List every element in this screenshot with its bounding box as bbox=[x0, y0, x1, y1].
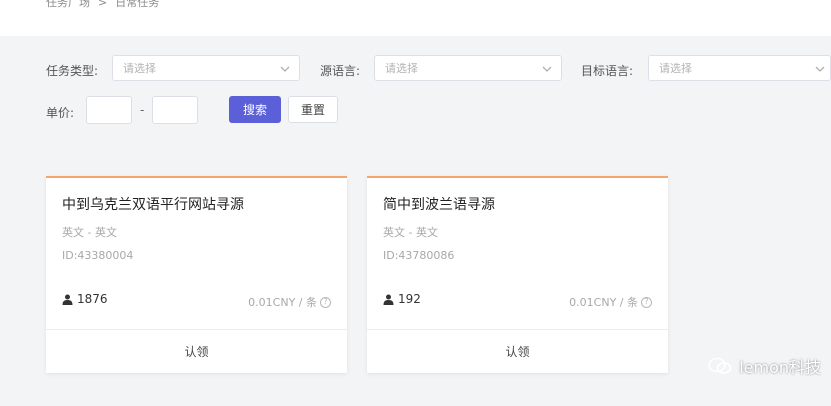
reset-button[interactable]: 重置 bbox=[288, 96, 338, 123]
watermark-text: lemon科技 bbox=[739, 358, 821, 377]
task-card[interactable]: 简中到波兰语寻源 英文 - 英文 ID:43780086 192 0.01CNY… bbox=[367, 176, 668, 373]
card-price: 0.01CNY / 条 ? bbox=[248, 294, 331, 310]
target-lang-placeholder: 请选择 bbox=[659, 62, 692, 75]
target-lang-select[interactable]: 请选择 bbox=[648, 55, 831, 81]
chevron-down-icon bbox=[542, 66, 552, 72]
breadcrumb-item-task-square[interactable]: 任务广场 bbox=[46, 0, 90, 10]
breadcrumb: 任务广场 > 日常任务 bbox=[46, 0, 159, 10]
chevron-down-icon bbox=[815, 66, 825, 72]
source-lang-placeholder: 请选择 bbox=[385, 62, 418, 75]
card-price-value: 0.01CNY / 条 bbox=[569, 296, 638, 309]
task-type-label: 任务类型: bbox=[46, 64, 99, 78]
user-icon bbox=[383, 294, 394, 305]
user-icon bbox=[62, 294, 73, 305]
help-circle-icon[interactable]: ? bbox=[641, 296, 652, 308]
claim-button[interactable]: 认领 bbox=[367, 330, 668, 373]
card-title[interactable]: 简中到波兰语寻源 bbox=[383, 194, 495, 214]
card-language-pair: 英文 - 英文 bbox=[383, 226, 438, 239]
claim-button[interactable]: 认领 bbox=[46, 330, 347, 373]
source-lang-label: 源语言: bbox=[320, 64, 361, 78]
card-title[interactable]: 中到乌克兰双语平行网站寻源 bbox=[62, 194, 244, 214]
card-language-pair: 英文 - 英文 bbox=[62, 226, 117, 239]
card-price-value: 0.01CNY / 条 bbox=[248, 296, 317, 309]
help-circle-icon[interactable]: ? bbox=[320, 296, 331, 308]
wechat-icon bbox=[708, 357, 732, 374]
price-max-input[interactable] bbox=[152, 96, 198, 124]
card-count-value: 1876 bbox=[77, 292, 108, 306]
price-separator: - bbox=[140, 103, 145, 117]
top-strip: 任务广场 > 日常任务 bbox=[0, 0, 831, 36]
breadcrumb-separator: > bbox=[98, 0, 108, 9]
task-type-select[interactable]: 请选择 bbox=[112, 55, 300, 81]
watermark: lemon科技 bbox=[707, 354, 821, 378]
card-participant-count: 192 bbox=[383, 292, 421, 306]
task-type-placeholder: 请选择 bbox=[123, 62, 156, 75]
card-price: 0.01CNY / 条 ? bbox=[569, 294, 652, 310]
price-min-input[interactable] bbox=[86, 96, 132, 124]
breadcrumb-item-daily-tasks: 日常任务 bbox=[115, 0, 160, 9]
card-id: ID:43380004 bbox=[62, 249, 134, 262]
card-participant-count: 1876 bbox=[62, 292, 108, 306]
card-id: ID:43780086 bbox=[383, 249, 455, 262]
card-count-value: 192 bbox=[398, 292, 421, 306]
search-button[interactable]: 搜索 bbox=[229, 96, 281, 123]
target-lang-label: 目标语言: bbox=[581, 64, 634, 78]
chevron-down-icon bbox=[280, 66, 290, 72]
filter-panel: 任务类型: 请选择 源语言: 请选择 目标语言: 请选择 单价: - 搜索 重置 bbox=[0, 36, 831, 134]
source-lang-select[interactable]: 请选择 bbox=[374, 55, 562, 81]
price-label: 单价: bbox=[46, 106, 75, 120]
task-card[interactable]: 中到乌克兰双语平行网站寻源 英文 - 英文 ID:43380004 1876 0… bbox=[46, 176, 347, 373]
